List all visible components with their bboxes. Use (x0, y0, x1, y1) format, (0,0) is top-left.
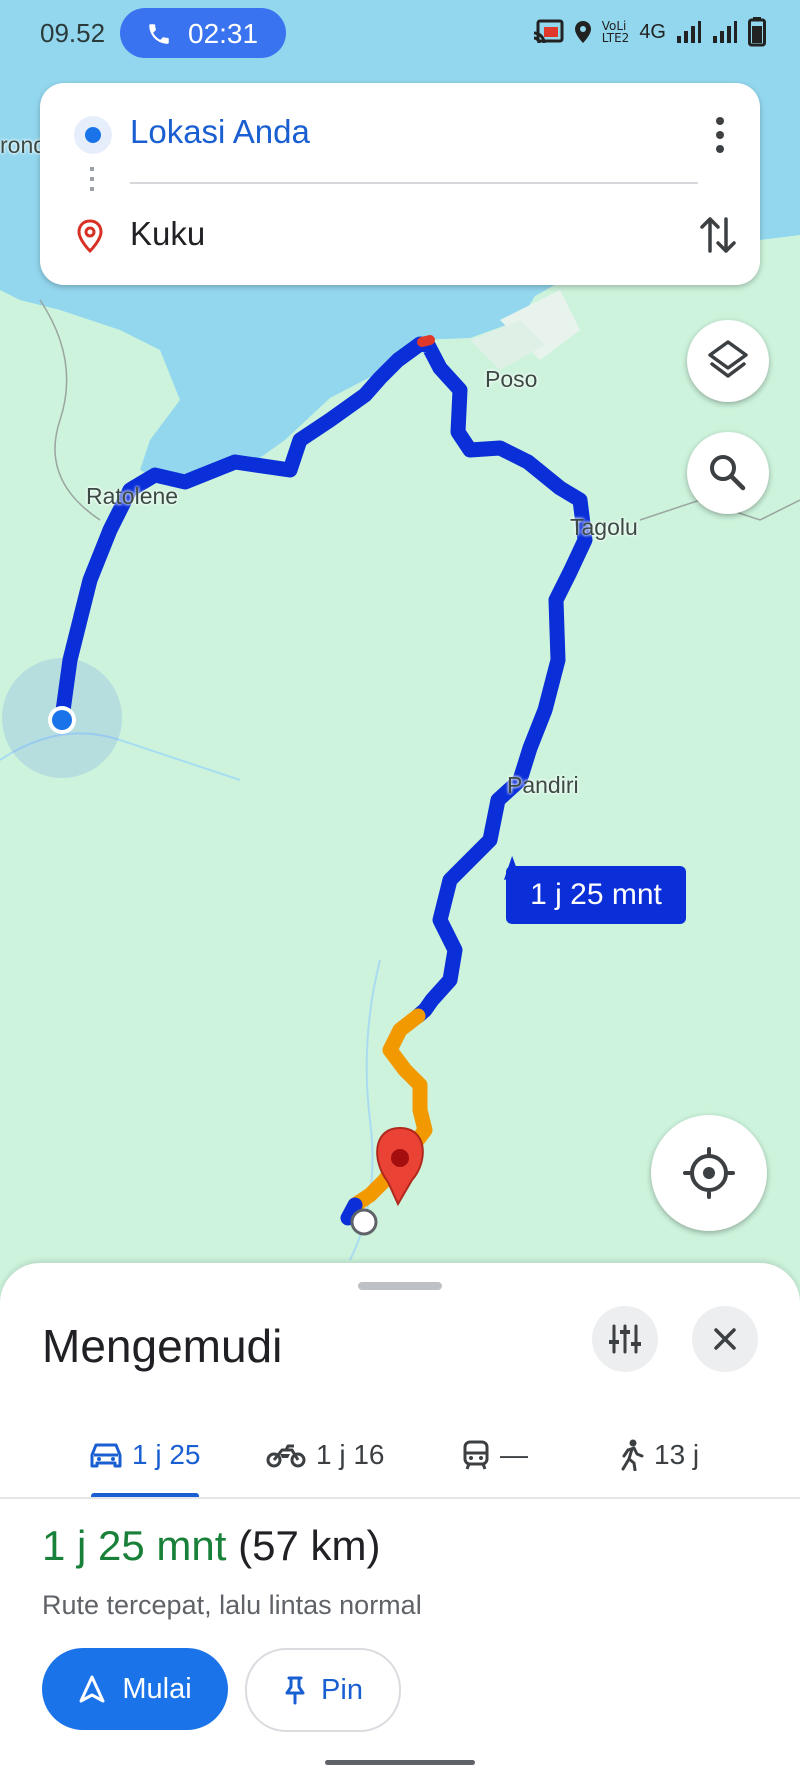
walk-icon (621, 1439, 644, 1471)
tab-driving[interactable]: 1 j 25 (90, 1415, 201, 1495)
car-icon (90, 1443, 122, 1468)
tab-walking-label: 13 j (654, 1439, 700, 1470)
call-timer: 02:31 (188, 18, 259, 49)
swap-direction-icon[interactable] (692, 209, 744, 261)
pin-button[interactable]: Pin (245, 1648, 401, 1732)
route-eta-bubble[interactable]: 1 j 25 mnt (506, 866, 686, 924)
layers-button[interactable] (687, 320, 769, 402)
search-icon (710, 455, 746, 491)
route-duration: 1 j 25 mnt (42, 1522, 227, 1569)
crosshair-icon (683, 1147, 735, 1199)
battery-icon (748, 17, 766, 47)
route-description: Rute tercepat, lalu lintas normal (42, 1590, 422, 1620)
location-status-icon (574, 21, 591, 43)
start-button[interactable]: Mulai (42, 1648, 228, 1730)
tune-icon (609, 1324, 641, 1354)
status-time: 09.52 (40, 18, 106, 48)
signal-2-icon (713, 21, 737, 43)
gesture-nav-bar[interactable] (325, 1760, 475, 1765)
map-label-ratolene: Ratolene (86, 483, 179, 509)
start-button-label: Mulai (122, 1672, 192, 1705)
status-icons: VoLi LTE2 4G (532, 14, 766, 50)
phone-icon (149, 24, 169, 44)
my-location-button[interactable] (651, 1115, 767, 1231)
destination-field[interactable]: Kuku (130, 215, 205, 253)
more-options-icon[interactable] (700, 113, 740, 157)
navigation-arrow-icon (79, 1675, 105, 1703)
tab-driving-label: 1 j 25 (132, 1439, 201, 1470)
map-label-tagolu: Tagolu (570, 514, 638, 540)
signal-1-icon (677, 21, 701, 43)
train-icon (463, 1440, 489, 1470)
tab-motorcycle[interactable]: 1 j 16 (266, 1415, 385, 1495)
route-distance: (57 km) (238, 1522, 381, 1569)
destination-marker-icon (77, 219, 103, 253)
pushpin-icon (285, 1676, 305, 1705)
volte-bottom-text: LTE2 (601, 31, 630, 45)
search-along-route-button[interactable] (687, 432, 769, 514)
close-button[interactable] (692, 1306, 758, 1372)
map-label-poso: Poso (485, 366, 538, 392)
origin-field[interactable]: Lokasi Anda (130, 113, 310, 151)
volte-indicator: VoLi LTE2 (602, 20, 630, 44)
tabs-divider (0, 1497, 800, 1499)
route-options-button[interactable] (592, 1306, 658, 1372)
layers-icon (708, 340, 748, 378)
tab-transit[interactable]: — (462, 1415, 528, 1495)
travel-mode-tabs: 1 j 25 1 j 16 — 13 j (0, 1415, 800, 1499)
route-summary: 1 j 25 mnt (57 km) (42, 1522, 380, 1570)
tab-walking[interactable]: 13 j (618, 1415, 699, 1495)
pin-button-label: Pin (321, 1673, 363, 1706)
route-card: Lokasi Anda Kuku (40, 83, 760, 285)
map-label-pandiri: Pandiri (507, 772, 579, 798)
motorcycle-icon (266, 1444, 306, 1468)
origin-dot-icon (74, 116, 112, 154)
ongoing-call-chip[interactable]: 02:31 (120, 8, 286, 58)
route-end-dot (350, 1208, 378, 1236)
tab-transit-label: — (500, 1439, 528, 1470)
drag-handle[interactable] (358, 1282, 442, 1290)
tab-motorcycle-label: 1 j 16 (316, 1439, 385, 1470)
cast-icon (533, 19, 564, 44)
mode-title: Mengemudi (42, 1320, 283, 1372)
route-connector (90, 167, 94, 197)
network-type: 4G (639, 20, 666, 43)
field-divider (130, 182, 698, 184)
close-icon (714, 1328, 736, 1350)
status-bar: 09.52 02:31 VoLi LTE2 4G (0, 0, 800, 64)
